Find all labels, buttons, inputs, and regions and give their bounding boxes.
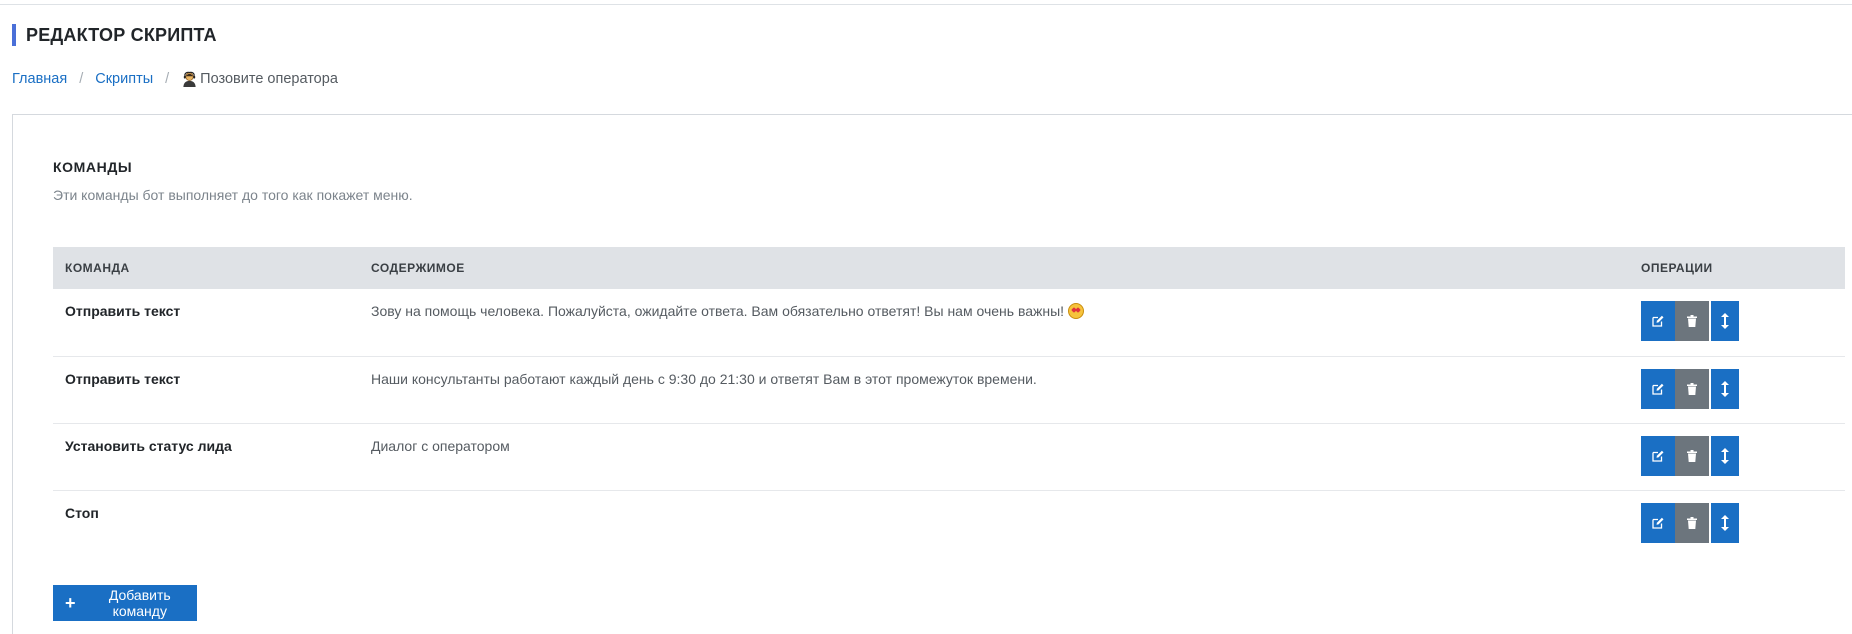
delete-button[interactable] — [1675, 368, 1709, 409]
breadcrumb-current: Позовите оператора — [181, 70, 338, 88]
operator-person-icon — [183, 71, 196, 87]
breadcrumb: Главная / Скрипты / Позовите оператора — [12, 70, 338, 88]
content-cell: Наши консультанты работают каждый день с… — [371, 370, 1037, 387]
section-title: КОМАНДЫ — [53, 159, 133, 175]
section-description: Эти команды бот выполняет до того как по… — [53, 187, 413, 203]
breadcrumb-separator: / — [79, 71, 84, 87]
operations-cell — [1629, 423, 1845, 490]
edit-button[interactable] — [1641, 301, 1675, 341]
edit-icon — [1652, 383, 1664, 395]
top-divider — [0, 4, 1852, 5]
trash-icon — [1687, 382, 1697, 395]
breadcrumb-home-link[interactable]: Главная — [12, 70, 67, 88]
command-cell: Отправить текст — [65, 303, 181, 319]
add-command-button[interactable]: + Добавить команду — [53, 585, 197, 621]
content-text: Зову на помощь человека. Пожалуйста, ожи… — [371, 303, 1065, 319]
edit-button[interactable] — [1641, 435, 1675, 476]
delete-button[interactable] — [1675, 435, 1709, 476]
table-row: Установить статус лида Диалог с оператор… — [53, 423, 1845, 490]
edit-icon — [1652, 517, 1664, 529]
column-header-command: КОМАНДА — [65, 261, 130, 275]
commands-card: КОМАНДЫ Эти команды бот выполняет до тог… — [12, 114, 1852, 634]
page-title: РЕДАКТОР СКРИПТА — [12, 24, 217, 46]
move-button[interactable] — [1711, 368, 1739, 409]
edit-icon — [1652, 315, 1664, 327]
table-row: Отправить текст Наши консультанты работа… — [53, 356, 1845, 423]
operations-cell — [1629, 490, 1845, 557]
command-cell: Отправить текст — [65, 370, 181, 387]
plus-icon: + — [65, 593, 76, 613]
vertical-arrows-icon — [1721, 313, 1729, 329]
vertical-arrows-icon — [1721, 514, 1729, 531]
move-button[interactable] — [1711, 435, 1739, 476]
breadcrumb-separator: / — [165, 71, 170, 87]
vertical-arrows-icon — [1721, 447, 1729, 464]
vertical-arrows-icon — [1721, 380, 1729, 397]
delete-button[interactable] — [1675, 502, 1709, 543]
edit-button[interactable] — [1641, 368, 1675, 409]
trash-icon — [1687, 449, 1697, 462]
edit-button[interactable] — [1641, 502, 1675, 543]
column-header-content: СОДЕРЖИМОЕ — [371, 261, 465, 275]
column-header-operations: ОПЕРАЦИИ — [1641, 261, 1713, 275]
edit-icon — [1652, 450, 1664, 462]
add-command-label: Добавить команду — [108, 587, 171, 619]
operations-group — [1641, 502, 1833, 543]
table-row: Стоп — [53, 490, 1845, 557]
operations-group — [1641, 368, 1833, 409]
trash-icon — [1687, 315, 1697, 327]
operations-group — [1641, 301, 1833, 341]
content-cell — [359, 490, 1629, 557]
commands-table: КОМАНДА СОДЕРЖИМОЕ ОПЕРАЦИИ Отправить те… — [53, 247, 1845, 557]
content-cell: Диалог с оператором — [371, 437, 510, 454]
operations-cell — [1629, 289, 1845, 356]
move-button[interactable] — [1711, 301, 1739, 341]
move-button[interactable] — [1711, 502, 1739, 543]
operations-group — [1641, 435, 1833, 476]
operations-cell — [1629, 356, 1845, 423]
trash-icon — [1687, 516, 1697, 529]
command-cell: Установить статус лида — [65, 437, 232, 454]
breadcrumb-current-label: Позовите оператора — [200, 71, 338, 87]
command-cell: Стоп — [65, 504, 99, 521]
star-struck-emoji-icon — [1068, 303, 1085, 319]
table-header-row: КОМАНДА СОДЕРЖИМОЕ ОПЕРАЦИИ — [53, 247, 1845, 289]
delete-button[interactable] — [1675, 301, 1709, 341]
breadcrumb-scripts-link[interactable]: Скрипты — [95, 70, 153, 88]
table-row: Отправить текст Зову на помощь человека.… — [53, 289, 1845, 356]
content-cell: Зову на помощь человека. Пожалуйста, ожи… — [359, 289, 1629, 356]
